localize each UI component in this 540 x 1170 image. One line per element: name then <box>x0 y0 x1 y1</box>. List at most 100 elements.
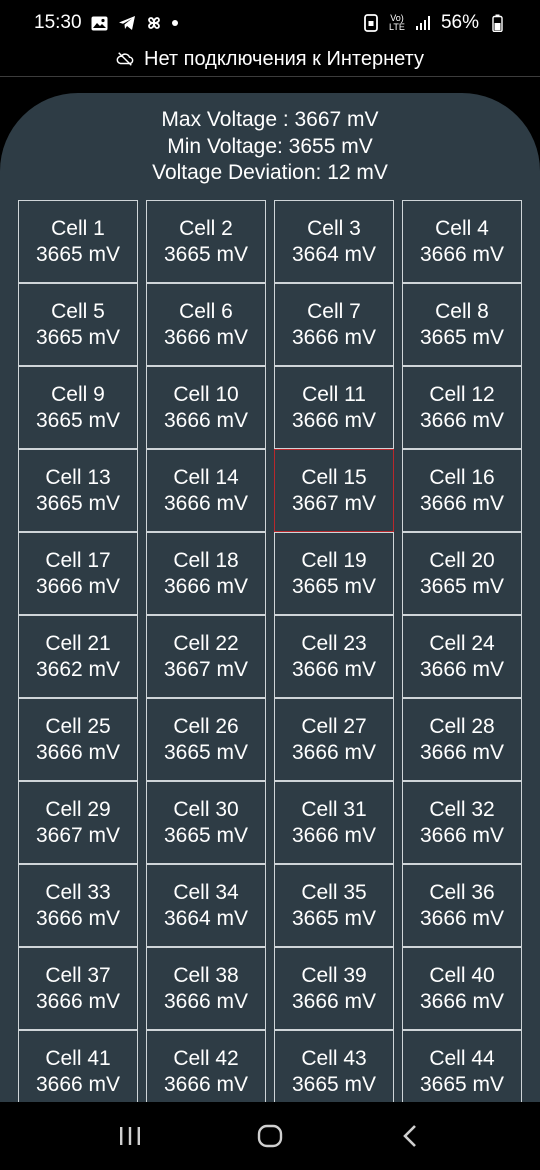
cell-tile[interactable]: Cell 24 3666 mV <box>402 615 522 698</box>
cell-tile[interactable]: Cell 15 3667 mV <box>274 449 394 532</box>
cell-voltage: 3667 mV <box>35 823 121 847</box>
cell-tile[interactable]: Cell 4 3666 mV <box>402 200 522 283</box>
cell-name: Cell 11 <box>302 382 366 406</box>
signal-icon <box>414 14 432 32</box>
cell-tile[interactable]: Cell 29 3667 mV <box>18 781 138 864</box>
cell-name: Cell 20 <box>429 548 495 572</box>
cell-tile[interactable]: Cell 43 3665 mV <box>274 1030 394 1102</box>
cell-name: Cell 26 <box>173 714 239 738</box>
back-icon[interactable] <box>390 1116 430 1156</box>
cell-voltage: 3665 mV <box>163 823 249 847</box>
cell-name: Cell 19 <box>301 548 367 572</box>
cell-voltage: 3666 mV <box>291 823 377 847</box>
cell-name: Cell 30 <box>173 797 239 821</box>
cloud-off-icon <box>116 50 134 68</box>
cell-tile[interactable]: Cell 34 3664 mV <box>146 864 266 947</box>
cell-tile[interactable]: Cell 6 3666 mV <box>146 283 266 366</box>
cell-name: Cell 12 <box>429 382 495 406</box>
cell-name: Cell 39 <box>301 963 367 987</box>
cell-tile[interactable]: Cell 37 3666 mV <box>18 947 138 1030</box>
cell-voltage: 3666 mV <box>419 408 505 432</box>
cell-name: Cell 28 <box>429 714 495 738</box>
cell-tile[interactable]: Cell 30 3665 mV <box>146 781 266 864</box>
cell-voltage: 3666 mV <box>35 574 121 598</box>
cell-tile[interactable]: Cell 44 3665 mV <box>402 1030 522 1102</box>
cell-tile[interactable]: Cell 36 3666 mV <box>402 864 522 947</box>
cell-name: Cell 2 <box>179 216 233 240</box>
cell-tile[interactable]: Cell 21 3662 mV <box>18 615 138 698</box>
home-icon[interactable] <box>250 1116 290 1156</box>
cell-voltage: 3665 mV <box>163 740 249 764</box>
cell-name: Cell 1 <box>51 216 105 240</box>
cell-voltage: 3666 mV <box>291 989 377 1013</box>
cell-voltage: 3665 mV <box>419 325 505 349</box>
cell-tile[interactable]: Cell 26 3665 mV <box>146 698 266 781</box>
cell-tile[interactable]: Cell 38 3666 mV <box>146 947 266 1030</box>
cell-name: Cell 22 <box>173 631 239 655</box>
cell-name: Cell 36 <box>429 880 495 904</box>
notification-dot-icon <box>171 20 178 26</box>
cell-name: Cell 14 <box>173 465 239 489</box>
cell-tile[interactable]: Cell 5 3665 mV <box>18 283 138 366</box>
cell-tile[interactable]: Cell 42 3666 mV <box>146 1030 266 1102</box>
cell-tile[interactable]: Cell 10 3666 mV <box>146 366 266 449</box>
cell-name: Cell 25 <box>45 714 111 738</box>
battery-percent: 56% <box>440 12 479 33</box>
lock-screen-icon <box>362 14 380 32</box>
status-bar: 15:30 Vo) LTE 56% <box>0 0 540 46</box>
cell-voltage: 3666 mV <box>163 325 249 349</box>
gallery-icon <box>91 14 109 32</box>
max-voltage: Max Voltage : 3667 mV <box>161 108 379 131</box>
cell-name: Cell 9 <box>51 382 105 406</box>
cell-voltage: 3666 mV <box>291 740 377 764</box>
cell-name: Cell 41 <box>45 1046 111 1070</box>
cell-tile[interactable]: Cell 28 3666 mV <box>402 698 522 781</box>
pinwheel-icon <box>145 14 163 32</box>
cell-tile[interactable]: Cell 12 3666 mV <box>402 366 522 449</box>
cell-name: Cell 44 <box>429 1046 495 1070</box>
cell-tile[interactable]: Cell 35 3665 mV <box>274 864 394 947</box>
cell-tile[interactable]: Cell 33 3666 mV <box>18 864 138 947</box>
cell-voltage: 3665 mV <box>419 1072 505 1096</box>
cell-tile[interactable]: Cell 9 3665 mV <box>18 366 138 449</box>
cell-tile[interactable]: Cell 22 3667 mV <box>146 615 266 698</box>
cell-tile[interactable]: Cell 31 3666 mV <box>274 781 394 864</box>
cell-name: Cell 35 <box>301 880 367 904</box>
cell-voltage: 3666 mV <box>419 906 505 930</box>
cell-name: Cell 17 <box>45 548 111 572</box>
cell-tile[interactable]: Cell 27 3666 mV <box>274 698 394 781</box>
cell-tile[interactable]: Cell 3 3664 mV <box>274 200 394 283</box>
voltage-deviation: Voltage Deviation: 12 mV <box>152 161 388 184</box>
cell-tile[interactable]: Cell 16 3666 mV <box>402 449 522 532</box>
voltage-summary: Max Voltage : 3667 mV Min Voltage: 3655 … <box>0 107 540 187</box>
cell-tile[interactable]: Cell 13 3665 mV <box>18 449 138 532</box>
cell-tile[interactable]: Cell 41 3666 mV <box>18 1030 138 1102</box>
cell-voltage: 3666 mV <box>419 657 505 681</box>
cell-tile[interactable]: Cell 8 3665 mV <box>402 283 522 366</box>
cell-tile[interactable]: Cell 18 3666 mV <box>146 532 266 615</box>
cell-tile[interactable]: Cell 20 3665 mV <box>402 532 522 615</box>
cell-name: Cell 29 <box>45 797 111 821</box>
cell-name: Cell 21 <box>45 631 111 655</box>
cell-tile[interactable]: Cell 1 3665 mV <box>18 200 138 283</box>
recents-icon[interactable] <box>110 1116 150 1156</box>
cell-tile[interactable]: Cell 19 3665 mV <box>274 532 394 615</box>
cell-tile[interactable]: Cell 11 3666 mV <box>274 366 394 449</box>
cell-voltage: 3665 mV <box>419 574 505 598</box>
cell-voltage: 3666 mV <box>419 740 505 764</box>
cell-tile[interactable]: Cell 25 3666 mV <box>18 698 138 781</box>
cell-tile[interactable]: Cell 2 3665 mV <box>146 200 266 283</box>
cell-tile[interactable]: Cell 7 3666 mV <box>274 283 394 366</box>
cell-voltage: 3666 mV <box>163 1072 249 1096</box>
cell-tile[interactable]: Cell 32 3666 mV <box>402 781 522 864</box>
cell-name: Cell 24 <box>429 631 495 655</box>
cell-name: Cell 15 <box>301 465 367 489</box>
cell-tile[interactable]: Cell 39 3666 mV <box>274 947 394 1030</box>
cell-voltage: 3666 mV <box>35 740 121 764</box>
cell-tile[interactable]: Cell 23 3666 mV <box>274 615 394 698</box>
cell-tile[interactable]: Cell 14 3666 mV <box>146 449 266 532</box>
cell-tile[interactable]: Cell 40 3666 mV <box>402 947 522 1030</box>
cell-tile[interactable]: Cell 17 3666 mV <box>18 532 138 615</box>
cell-name: Cell 16 <box>429 465 495 489</box>
cell-name: Cell 10 <box>173 382 239 406</box>
